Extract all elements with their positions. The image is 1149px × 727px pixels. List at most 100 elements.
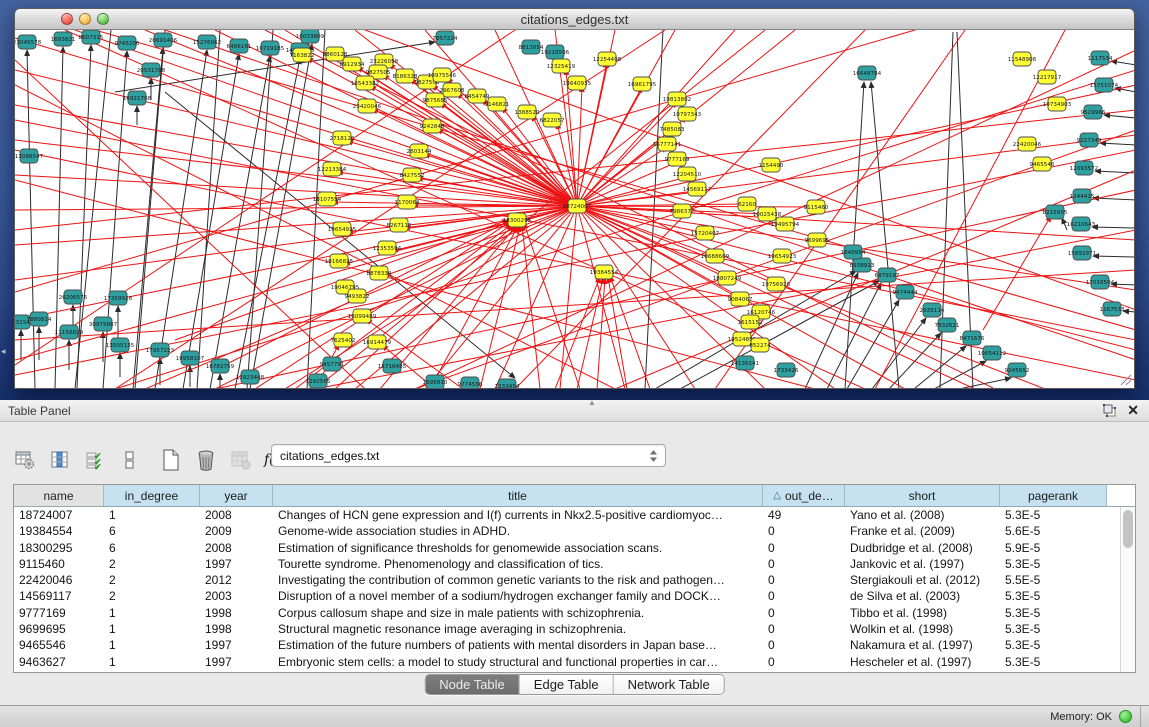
graph-node[interactable]: 14569117 (683, 182, 712, 196)
graph-node[interactable]: 6879197 (875, 268, 900, 282)
network-canvas[interactable]: 23045578 16938218607315 9745206 20691406 152… (15, 30, 1134, 388)
column-header-name[interactable]: name (14, 485, 104, 506)
graph-node[interactable]: 6466161 (227, 39, 252, 53)
table-row[interactable]: 969969511998Structural magnetic resonanc… (14, 621, 1135, 637)
resize-grip-icon[interactable] (1118, 372, 1132, 386)
graph-node[interactable]: 2935114 (920, 303, 945, 317)
graph-node[interactable]: 7832621 (935, 318, 960, 332)
graph-node[interactable]: 15276062 (193, 35, 221, 49)
graph-node[interactable]: 13505135 (106, 338, 135, 352)
graph-node[interactable]: 11548908 (1008, 52, 1037, 66)
graph-node[interactable]: 852274 (749, 338, 771, 352)
graph-node[interactable]: 1244415 (1070, 189, 1095, 203)
graph-node[interactable]: 16958107 (176, 351, 205, 365)
graph-node[interactable]: 16033809 (296, 30, 325, 43)
graph-node[interactable]: 9745206 (115, 36, 140, 50)
table-row[interactable]: 977716911998Corpus callosum shape and si… (14, 605, 1135, 621)
graph-node[interactable]: 12325419 (547, 59, 576, 73)
select-all-button[interactable]: ✔ ✔ ✔ (84, 449, 106, 471)
graph-node[interactable]: 7625402 (331, 333, 356, 347)
float-panel-button[interactable] (1103, 404, 1117, 417)
graph-node[interactable]: 1233454 (495, 379, 520, 388)
graph-node[interactable]: 9465546 (1030, 157, 1055, 171)
graph-node[interactable]: 9777169 (665, 152, 690, 166)
graph-node[interactable]: 8427552 (400, 168, 425, 182)
table-row[interactable]: 1830029562008Estimation of significance … (14, 540, 1135, 556)
network-window-titlebar[interactable]: citations_edges.txt (15, 9, 1134, 30)
graph-node[interactable]: 1733426 (774, 363, 799, 377)
column-header-title[interactable]: title (273, 485, 763, 506)
graph-node[interactable]: 12204510 (673, 167, 702, 181)
graph-node[interactable]: 9457791 (320, 357, 345, 371)
graph-node[interactable]: 12923448 (236, 370, 265, 384)
graph-node[interactable]: 1388520 (515, 105, 540, 119)
show-column-button[interactable] (49, 449, 71, 471)
graph-node[interactable]: 9699695 (805, 233, 830, 247)
scrollbar-thumb[interactable] (1123, 510, 1133, 548)
graph-node[interactable]: 9474444 (893, 285, 918, 299)
graph-node[interactable]: 1167533 (1100, 302, 1125, 316)
tab-edge-table[interactable]: Edge Table (520, 675, 614, 694)
tab-node-table[interactable]: Node Table (425, 675, 520, 694)
graph-node[interactable]: 9245652 (1005, 363, 1030, 377)
column-settings-button[interactable] (14, 449, 36, 471)
graph-node[interactable]: 1695810 (423, 375, 448, 388)
column-header-year[interactable]: year (200, 485, 273, 506)
graph-node[interactable]: 17957223 (146, 343, 175, 357)
graph-node[interactable]: 8267110 (387, 218, 412, 232)
graph-node[interactable]: 9115460 (804, 200, 829, 214)
graph-node[interactable]: 8215955 (1043, 205, 1068, 219)
graph-node[interactable]: 9084067 (728, 292, 753, 306)
split-divider-grip-icon[interactable]: ▲ (588, 398, 596, 407)
graph-node[interactable]: 7880814 (27, 312, 52, 326)
table-row[interactable]: 2242004622012Investigating the contribut… (14, 572, 1135, 588)
graph-node[interactable]: 15720407 (691, 226, 720, 240)
graph-node[interactable]: 12093572 (1070, 161, 1098, 175)
graph-node[interactable]: 16210643 (1067, 217, 1096, 231)
graph-node[interactable]: 19813802 (663, 92, 691, 106)
column-header-in_degree[interactable]: in_degree (104, 485, 200, 506)
graph-node[interactable]: 8938923 (850, 258, 875, 272)
graph-node[interactable]: 1292565 (306, 374, 331, 388)
graph-node[interactable]: 8878334 (367, 266, 392, 280)
graph-node[interactable]: 8607315 (79, 30, 104, 44)
tab-network-table[interactable]: Network Table (614, 675, 724, 694)
graph-node[interactable]: 19218506 (541, 45, 570, 59)
graph-node[interactable]: 19734903 (1043, 97, 1072, 111)
vertical-scrollbar[interactable] (1120, 507, 1135, 672)
graph-node[interactable]: 19756928 (762, 277, 791, 291)
graph-node[interactable]: 2718126 (330, 131, 355, 145)
graph-node[interactable]: 9227349 (1077, 133, 1102, 147)
column-header-out_degree[interactable]: △out_de… (763, 485, 845, 506)
create-column-button[interactable] (160, 449, 182, 471)
graph-node[interactable]: 62160 (738, 197, 756, 211)
graph-node[interactable]: 9493822 (345, 289, 370, 303)
graph-node[interactable]: 1117534 (1088, 51, 1113, 65)
graph-node[interactable]: 23045578 (15, 35, 42, 49)
graph-node[interactable]: 9875685 (423, 93, 448, 107)
graph-node[interactable]: 9146821 (485, 97, 510, 111)
graph-node[interactable]: 1615152 (738, 315, 763, 329)
graph-node[interactable]: 8471676 (960, 331, 985, 345)
graph-node[interactable]: 6822057 (540, 113, 565, 127)
graph-node[interactable]: 17016504 (1086, 275, 1115, 289)
graph-node[interactable]: 12353594 (373, 241, 402, 255)
graph-node[interactable]: 1154490 (759, 158, 784, 172)
graph-node[interactable]: 16921708 (123, 91, 152, 105)
graph-node[interactable]: 16648784 (853, 66, 882, 80)
graph-node[interactable]: 9774556 (458, 377, 483, 388)
graph-node[interactable]: 20691406 (149, 33, 178, 47)
graph-node[interactable]: 10688609 (701, 249, 730, 263)
table-row[interactable]: 1938455462009Genome-wide association stu… (14, 523, 1135, 539)
graph-node[interactable]: 2803144 (407, 144, 432, 158)
delete-table-button[interactable] (230, 449, 252, 471)
panel-edge-grip-icon[interactable]: ◂ (1, 346, 6, 357)
memory-ok-icon[interactable] (1119, 710, 1132, 723)
table-row[interactable]: 1456911722003Disruption of a novel membe… (14, 588, 1135, 604)
table-row[interactable]: 946362711997Embryonic stem cells: a mode… (14, 654, 1135, 670)
graph-node[interactable]: 7857224 (433, 31, 458, 45)
graph-node[interactable]: 1693821 (51, 32, 76, 46)
graph-node[interactable]: 1640954 (841, 245, 866, 259)
delete-column-button[interactable] (195, 449, 217, 471)
table-row[interactable]: 1872400712008Changes of HCN gene express… (14, 507, 1135, 523)
